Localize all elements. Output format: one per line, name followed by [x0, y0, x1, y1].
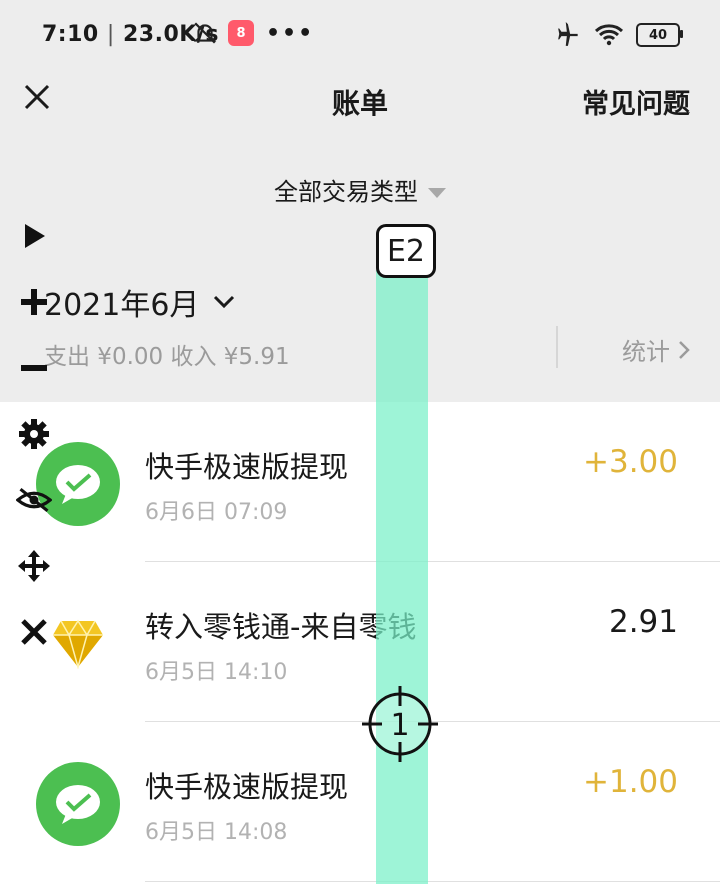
- row-divider: [145, 881, 720, 882]
- caret-down-icon: [428, 188, 446, 198]
- transaction-time: 6月5日 14:08: [145, 820, 288, 845]
- month-selector[interactable]: 2021年6月: [44, 280, 235, 324]
- wechat-icon: [36, 762, 120, 846]
- zoom-out-icon[interactable]: [16, 350, 52, 386]
- transaction-type-filter[interactable]: 全部交易类型: [0, 172, 720, 207]
- faq-link[interactable]: 常见问题: [582, 82, 690, 121]
- target-number: 1: [390, 708, 409, 743]
- transaction-title: 快手极速版提现: [145, 770, 349, 804]
- filter-label: 全部交易类型: [274, 178, 418, 206]
- more-dots-icon: •••: [266, 20, 315, 46]
- chevron-down-icon: [214, 295, 235, 309]
- month-label: 2021年6月: [44, 288, 200, 323]
- zoom-in-icon[interactable]: [16, 284, 52, 320]
- transaction-amount: 2.91: [608, 604, 678, 640]
- nav-bar: 账单 常见问题: [0, 68, 720, 132]
- airplane-icon: [558, 22, 578, 46]
- close-tool-icon[interactable]: [16, 614, 52, 650]
- mute-bell-icon: [193, 22, 217, 44]
- transaction-time: 6月6日 07:09: [145, 500, 288, 525]
- transaction-row[interactable]: 转入零钱通-来自零钱 6月5日 14:10 2.91: [0, 562, 720, 722]
- transaction-amount: +3.00: [583, 444, 678, 480]
- target-crosshair: 1: [362, 686, 438, 762]
- play-icon[interactable]: [16, 218, 52, 254]
- transaction-time: 6月5日 14:10: [145, 660, 288, 685]
- transaction-amount: +1.00: [583, 764, 678, 800]
- divider: [556, 326, 558, 368]
- transaction-row[interactable]: 快手极速版提现 6月5日 14:08 +1.00: [0, 722, 720, 882]
- highlight-strip: [376, 270, 428, 884]
- statistics-button[interactable]: 统计: [622, 332, 690, 367]
- transaction-list: 快手极速版提现 6月6日 07:09 +3.00 转入零钱通-来自零钱 6月5日…: [0, 402, 720, 884]
- overlay-label: E2: [376, 224, 436, 278]
- status-right-icons: 40: [556, 22, 683, 48]
- floating-toolbar: [0, 200, 66, 670]
- app-notification-icon: 8: [228, 20, 254, 46]
- status-bar: 7:10 | 23.0K/s 8 ••• 40: [0, 0, 720, 68]
- status-left-icons: 8 •••: [192, 20, 314, 46]
- chevron-right-icon: [679, 340, 690, 359]
- hide-eye-icon[interactable]: [16, 482, 52, 518]
- month-totals: 支出 ¥0.00 收入 ¥5.91: [44, 344, 290, 370]
- gear-icon[interactable]: [16, 416, 52, 452]
- transaction-title: 快手极速版提现: [145, 450, 349, 484]
- statistics-label: 统计: [622, 338, 670, 366]
- move-icon[interactable]: [16, 548, 52, 584]
- wifi-icon: [594, 24, 624, 46]
- transaction-row[interactable]: 快手极速版提现 6月6日 07:09 +3.00: [0, 402, 720, 562]
- battery-indicator: 40: [636, 23, 683, 47]
